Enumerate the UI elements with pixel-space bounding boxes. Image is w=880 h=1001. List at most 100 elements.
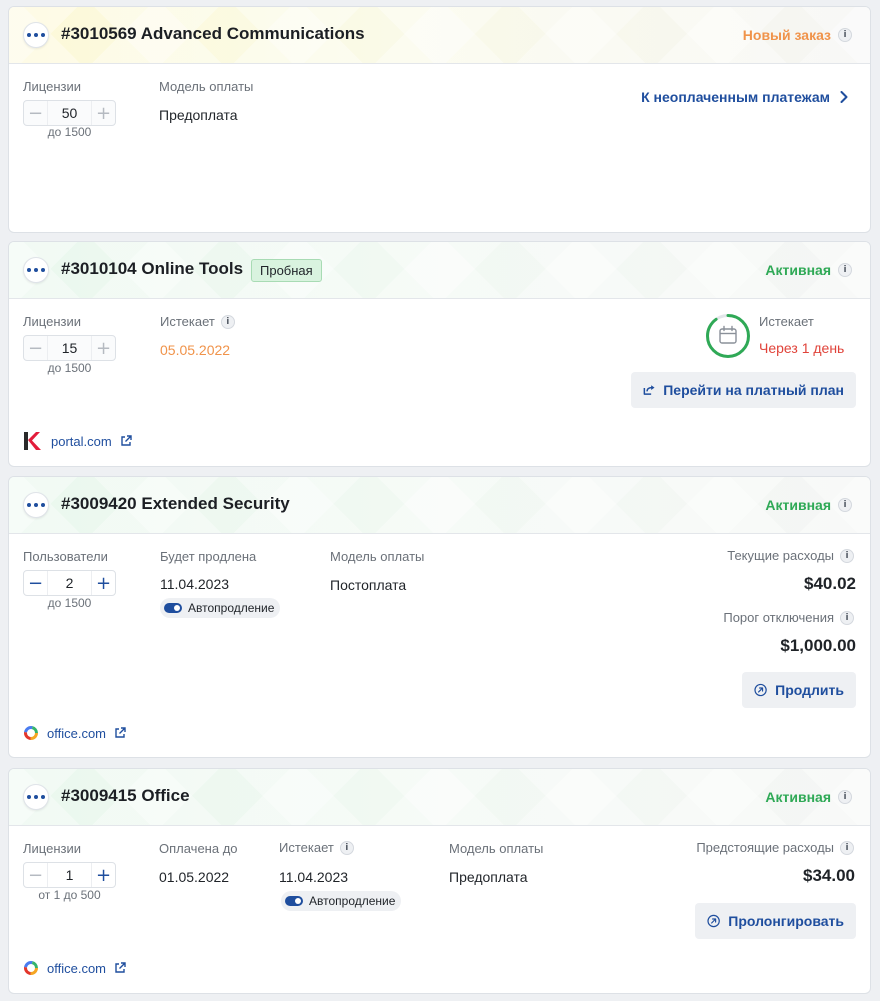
- order-title: #3010104 Online Tools: [61, 259, 244, 278]
- minus-icon[interactable]: −: [24, 101, 47, 125]
- order-header: #3010104 Online Tools Пробная Активная i: [9, 242, 870, 299]
- info-icon[interactable]: i: [840, 840, 854, 855]
- domain-label: office.com: [47, 725, 107, 741]
- more-options-button[interactable]: [23, 22, 49, 48]
- autorenew-label: Автопродление: [188, 601, 275, 615]
- renew-date: 11.04.2023: [160, 576, 230, 592]
- order-title: #3009420 Extended Security: [61, 494, 290, 513]
- licenses-value[interactable]: 1: [47, 863, 92, 887]
- autorenew-toggle[interactable]: Автопродление: [281, 891, 402, 911]
- threshold-label-text: Порог отключения: [723, 610, 834, 625]
- expires-label-text: Истекает: [279, 840, 334, 855]
- minus-icon[interactable]: −: [24, 336, 47, 360]
- status-label: Активная: [765, 789, 831, 805]
- licenses-label: Лицензии: [23, 79, 81, 94]
- plus-icon[interactable]: +: [92, 101, 115, 125]
- licenses-stepper[interactable]: − 50 +: [23, 100, 116, 126]
- domain-link[interactable]: portal.com: [23, 431, 132, 451]
- order-header: #3010569 Advanced Communications Новый з…: [9, 7, 870, 64]
- prolong-button[interactable]: Пролонгировать: [695, 903, 856, 939]
- plus-icon[interactable]: +: [92, 336, 115, 360]
- upcoming-costs-label-text: Предстоящие расходы: [696, 840, 834, 855]
- chevron-right-icon: [840, 91, 848, 103]
- licenses-value[interactable]: 15: [47, 336, 92, 360]
- more-options-button[interactable]: [23, 492, 49, 518]
- upgrade-to-paid-button[interactable]: Перейти на платный план: [631, 372, 856, 408]
- threshold-label: Порог отключения i: [723, 610, 854, 625]
- upcoming-costs-value: $34.00: [803, 866, 855, 885]
- more-dots-icon: [27, 33, 45, 37]
- trial-countdown-ring: [705, 313, 751, 359]
- payment-model-label: Модель оплаты: [449, 841, 544, 856]
- expires-label: Истекает i: [279, 840, 354, 855]
- order-status: Активная i: [765, 262, 852, 278]
- external-link-icon: [121, 435, 132, 446]
- current-costs-label: Текущие расходы i: [727, 548, 854, 563]
- office-logo-icon: [24, 726, 38, 740]
- renew-label: Будет продлена: [160, 549, 257, 564]
- payment-model-value: Предоплата: [159, 107, 238, 123]
- info-icon[interactable]: i: [339, 840, 354, 855]
- plus-icon[interactable]: +: [92, 571, 115, 595]
- licenses-hint: до 1500: [47, 125, 92, 139]
- info-icon[interactable]: i: [838, 790, 852, 804]
- info-icon[interactable]: i: [838, 498, 852, 512]
- users-stepper[interactable]: − 2 +: [23, 570, 116, 596]
- users-hint: до 1500: [47, 596, 92, 610]
- extend-button[interactable]: Продлить: [742, 672, 856, 708]
- order-card-3010569: #3010569 Advanced Communications Новый з…: [8, 6, 871, 233]
- countdown-value: Через 1 день: [759, 340, 845, 356]
- minus-icon[interactable]: −: [24, 863, 47, 887]
- expires-date: 11.04.2023: [279, 869, 349, 885]
- autorenew-toggle[interactable]: Автопродление: [160, 598, 281, 618]
- info-icon[interactable]: i: [838, 28, 852, 42]
- arrow-up-right-circle-icon: [754, 683, 767, 697]
- info-icon[interactable]: i: [220, 314, 235, 329]
- more-dots-icon: [27, 268, 45, 272]
- users-value[interactable]: 2: [47, 571, 92, 595]
- licenses-hint: от 1 до 500: [38, 888, 101, 902]
- licenses-stepper[interactable]: − 1 +: [23, 862, 116, 888]
- threshold-value: $1,000.00: [780, 636, 856, 655]
- info-icon[interactable]: i: [840, 610, 854, 625]
- order-header: #3009415 Office Активная i: [9, 769, 870, 826]
- status-label: Активная: [765, 262, 831, 278]
- order-card-3009415: #3009415 Office Активная i Лицензии − 1 …: [8, 768, 871, 994]
- status-label: Новый заказ: [742, 27, 831, 43]
- order-status: Новый заказ i: [743, 27, 852, 43]
- paid-until-label: Оплачена до: [159, 841, 238, 856]
- minus-icon[interactable]: −: [24, 571, 47, 595]
- licenses-value[interactable]: 50: [47, 101, 92, 125]
- licenses-hint: до 1500: [47, 361, 92, 375]
- prolong-button-label: Пролонгировать: [728, 913, 844, 929]
- toggle-switch-icon: [164, 603, 182, 613]
- unpaid-payments-label: К неоплаченным платежам: [641, 89, 830, 105]
- office-logo-icon: [24, 961, 38, 975]
- external-link-icon: [115, 962, 126, 973]
- licenses-label: Лицензии: [23, 841, 81, 856]
- more-options-button[interactable]: [23, 257, 49, 283]
- info-icon[interactable]: i: [840, 548, 854, 563]
- calendar-icon: [719, 325, 737, 344]
- domain-link[interactable]: office.com: [23, 960, 126, 976]
- payment-model-label: Модель оплаты: [159, 79, 254, 94]
- expires-date: 05.05.2022: [160, 342, 231, 358]
- paid-until-date: 01.05.2022: [159, 869, 230, 885]
- plus-icon[interactable]: +: [92, 863, 115, 887]
- licenses-stepper[interactable]: − 15 +: [23, 335, 116, 361]
- more-dots-icon: [27, 795, 45, 799]
- current-costs-label-text: Текущие расходы: [727, 548, 834, 563]
- domain-label: office.com: [47, 960, 107, 976]
- expires-label: Истекает i: [160, 314, 235, 329]
- payment-model-value: Постоплата: [330, 577, 407, 593]
- unpaid-payments-link[interactable]: К неоплаченным платежам: [641, 89, 848, 105]
- info-icon[interactable]: i: [838, 263, 852, 277]
- payment-model-value: Предоплата: [449, 869, 528, 885]
- more-options-button[interactable]: [23, 784, 49, 810]
- kaspersky-logo-icon: [24, 432, 41, 450]
- order-title: #3010569 Advanced Communications: [61, 24, 365, 43]
- arrow-up-right-circle-icon: [707, 914, 720, 928]
- upcoming-costs-label: Предстоящие расходы i: [696, 840, 854, 855]
- domain-link[interactable]: office.com: [23, 725, 126, 741]
- status-label: Активная: [765, 497, 831, 513]
